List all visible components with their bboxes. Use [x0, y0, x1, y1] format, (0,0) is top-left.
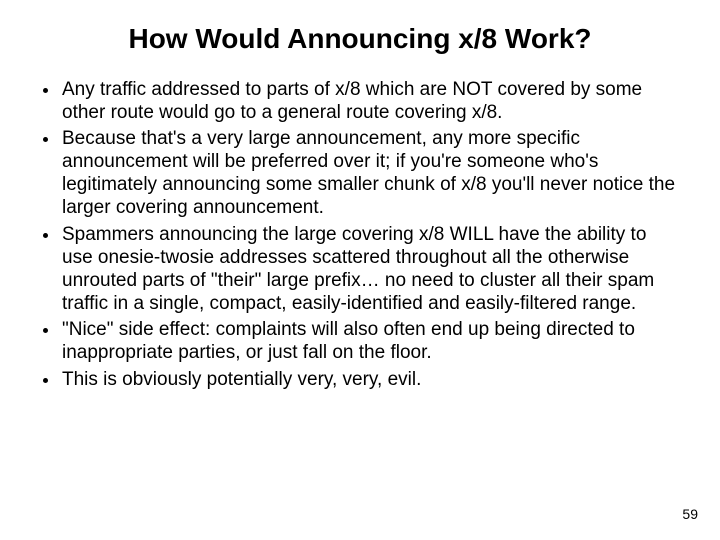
list-item: This is obviously potentially very, very…	[60, 368, 682, 391]
list-item: "Nice" side effect: complaints will also…	[60, 318, 682, 364]
list-item: Because that's a very large announcement…	[60, 127, 682, 220]
slide-title: How Would Announcing x/8 Work?	[32, 22, 688, 56]
bullet-list: Any traffic addressed to parts of x/8 wh…	[32, 78, 688, 391]
page-number: 59	[682, 506, 698, 522]
list-item: Any traffic addressed to parts of x/8 wh…	[60, 78, 682, 124]
slide: How Would Announcing x/8 Work? Any traff…	[0, 0, 720, 540]
list-item: Spammers announcing the large covering x…	[60, 223, 682, 316]
